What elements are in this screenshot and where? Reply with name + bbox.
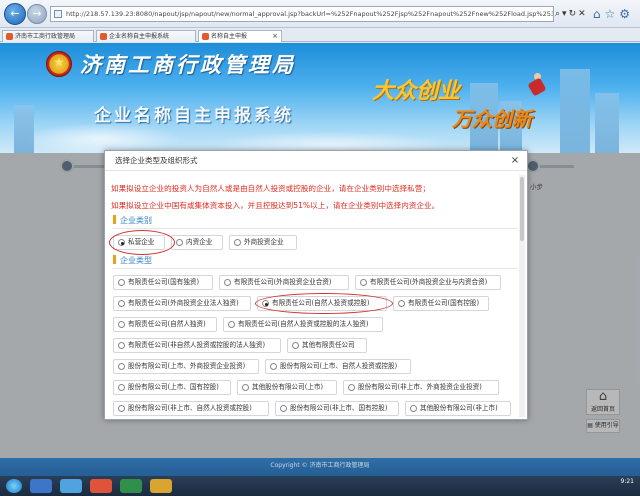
category-heading: 企业类别	[113, 215, 152, 226]
url-text: http://218.57.139.23:8080/napout/jsp/nap…	[66, 10, 554, 18]
taskbar-app-icon[interactable]	[90, 479, 112, 493]
page-icon	[54, 10, 62, 18]
radio-icon	[242, 384, 249, 391]
radio-icon	[118, 342, 125, 349]
heading-bar-icon	[113, 255, 116, 264]
radio-icon	[118, 363, 125, 370]
type-option[interactable]: 有限责任公司(国有控股)	[393, 296, 489, 311]
type-option[interactable]: 有限责任公司(外商投资企业与内资合资)	[355, 275, 501, 290]
type-option[interactable]: 有限责任公司(非自然人投资或控股的法人独资)	[113, 338, 281, 353]
browser-tab-3[interactable]: 名称自主申报 ×	[198, 30, 282, 42]
browser-tab-bar: 济南市工商行政管理局 企业名称自主申报系统 名称自主申报 ×	[0, 28, 640, 42]
type-option[interactable]: 有限责任公司(外商投资企业合资)	[219, 275, 349, 290]
taskbar-ie-icon[interactable]	[60, 479, 82, 493]
type-option[interactable]: 其他股份有限公司(非上市)	[405, 401, 511, 416]
tab-label: 企业名称自主申报系统	[109, 33, 170, 40]
browser-address-bar: ← → http://218.57.139.23:8080/napout/jsp…	[0, 0, 640, 28]
radio-icon	[410, 405, 417, 412]
dialog-scrollbar[interactable]	[519, 175, 525, 417]
building-decoration	[14, 105, 34, 153]
site-header-banner: 济南工商行政管理局 企业名称自主申报系统 大众创业 万众创新	[0, 43, 640, 153]
notice-domestic: 如果拟设立企业中国有或集体资本投入，并且控股达到51%以上，请在企业类别中选择内…	[111, 201, 440, 210]
home-icon[interactable]: ⌂	[593, 7, 605, 21]
url-tools: ⌕▾↻✕	[555, 6, 588, 22]
radio-icon	[176, 239, 183, 246]
national-emblem-icon	[46, 51, 72, 77]
site-favicon-icon	[202, 33, 209, 40]
refresh-icon[interactable]: ↻	[569, 9, 579, 19]
radio-icon	[118, 300, 125, 307]
building-decoration	[595, 93, 619, 153]
toolbar-icons: ⌂☆⚙	[593, 6, 634, 22]
type-option[interactable]: 股份有限公司(非上市、外商投资企业投资)	[343, 380, 499, 395]
type-heading: 企业类型	[113, 255, 152, 266]
category-option-domestic[interactable]: 内资企业	[171, 235, 223, 250]
back-arrow-icon[interactable]: ←	[4, 3, 26, 25]
taskbar-app-icon[interactable]	[150, 479, 172, 493]
bureau-title: 济南工商行政管理局	[80, 52, 296, 77]
url-input[interactable]: http://218.57.139.23:8080/napout/jsp/nap…	[50, 6, 554, 22]
type-option[interactable]: 股份有限公司(非上市、国有控股)	[275, 401, 399, 416]
annotation-circle	[255, 293, 393, 314]
type-option[interactable]: 有限责任公司(外商投资企业法人独资)	[113, 296, 251, 311]
tab-close-icon[interactable]: ×	[272, 31, 278, 42]
tab-label: 济南市工商行政管理局	[15, 33, 76, 40]
type-option[interactable]: 股份有限公司(非上市、自然人投资或控股)	[113, 401, 269, 416]
dialog-title: 选择企业类型及组织形式	[105, 151, 527, 171]
site-favicon-icon	[6, 33, 13, 40]
radio-icon	[234, 239, 241, 246]
building-decoration	[560, 69, 590, 153]
favorites-star-icon[interactable]: ☆	[604, 7, 619, 21]
taskbar-app-icon[interactable]	[120, 479, 142, 493]
scrollbar-thumb[interactable]	[520, 177, 524, 241]
settings-gear-icon[interactable]: ⚙	[619, 7, 634, 21]
type-option[interactable]: 有限责任公司(自然人独资)	[113, 317, 217, 332]
taskbar-app-icon[interactable]	[30, 479, 52, 493]
type-option[interactable]: 股份有限公司(上市、外商投资企业投资)	[113, 359, 259, 374]
jumping-person-illustration	[528, 73, 546, 97]
tab-label: 名称自主申报	[211, 33, 248, 40]
browser-tab-2[interactable]: 企业名称自主申报系统	[96, 30, 196, 42]
category-option-foreign[interactable]: 外商投资企业	[229, 235, 297, 250]
type-option[interactable]: 股份有限公司(上市、国有控股)	[113, 380, 231, 395]
radio-icon	[360, 279, 367, 286]
search-icon[interactable]: ⌕	[555, 9, 562, 19]
slogan-line-1: 大众创业	[372, 78, 461, 104]
taskbar-clock: 9:21	[620, 478, 634, 485]
os-taskbar: 9:21	[0, 476, 640, 496]
forward-arrow-icon[interactable]: →	[27, 4, 47, 24]
close-icon[interactable]: ×	[509, 155, 521, 167]
radio-icon	[118, 279, 125, 286]
radio-icon	[118, 384, 125, 391]
radio-icon	[118, 405, 125, 412]
heading-bar-icon	[113, 215, 116, 224]
start-button-icon[interactable]	[6, 479, 22, 493]
slogan-line-2: 万众创新	[452, 107, 532, 131]
type-option[interactable]: 股份有限公司(上市、自然人投资或控股)	[265, 359, 411, 374]
page-footer: Copyright © 济南市工商行政管理局	[0, 458, 640, 476]
type-option[interactable]: 其他有限责任公司	[287, 338, 367, 353]
radio-icon	[348, 384, 355, 391]
system-title: 企业名称自主申报系统	[94, 106, 294, 126]
section-divider	[113, 228, 517, 229]
company-type-dialog: 选择企业类型及组织形式 × 如果拟设立企业的投资人为自然人或是由自然人投资或控股…	[104, 150, 528, 420]
radio-icon	[270, 363, 277, 370]
radio-icon	[118, 321, 125, 328]
site-favicon-icon	[100, 33, 107, 40]
close-icon[interactable]: ✕	[578, 9, 588, 19]
annotation-circle	[109, 230, 175, 255]
radio-icon	[228, 321, 235, 328]
radio-icon	[280, 405, 287, 412]
browser-tab-1[interactable]: 济南市工商行政管理局	[2, 30, 94, 42]
radio-icon	[224, 279, 231, 286]
notice-private: 如果拟设立企业的投资人为自然人或是由自然人投资或控股的企业，请在企业类别中选择私…	[111, 184, 430, 193]
type-option[interactable]: 有限责任公司(国有独资)	[113, 275, 213, 290]
type-option[interactable]: 有限责任公司(自然人投资或控股的法人独资)	[223, 317, 383, 332]
section-divider	[113, 268, 517, 269]
type-option[interactable]: 其他股份有限公司(上市)	[237, 380, 337, 395]
radio-icon	[398, 300, 405, 307]
radio-icon	[292, 342, 299, 349]
